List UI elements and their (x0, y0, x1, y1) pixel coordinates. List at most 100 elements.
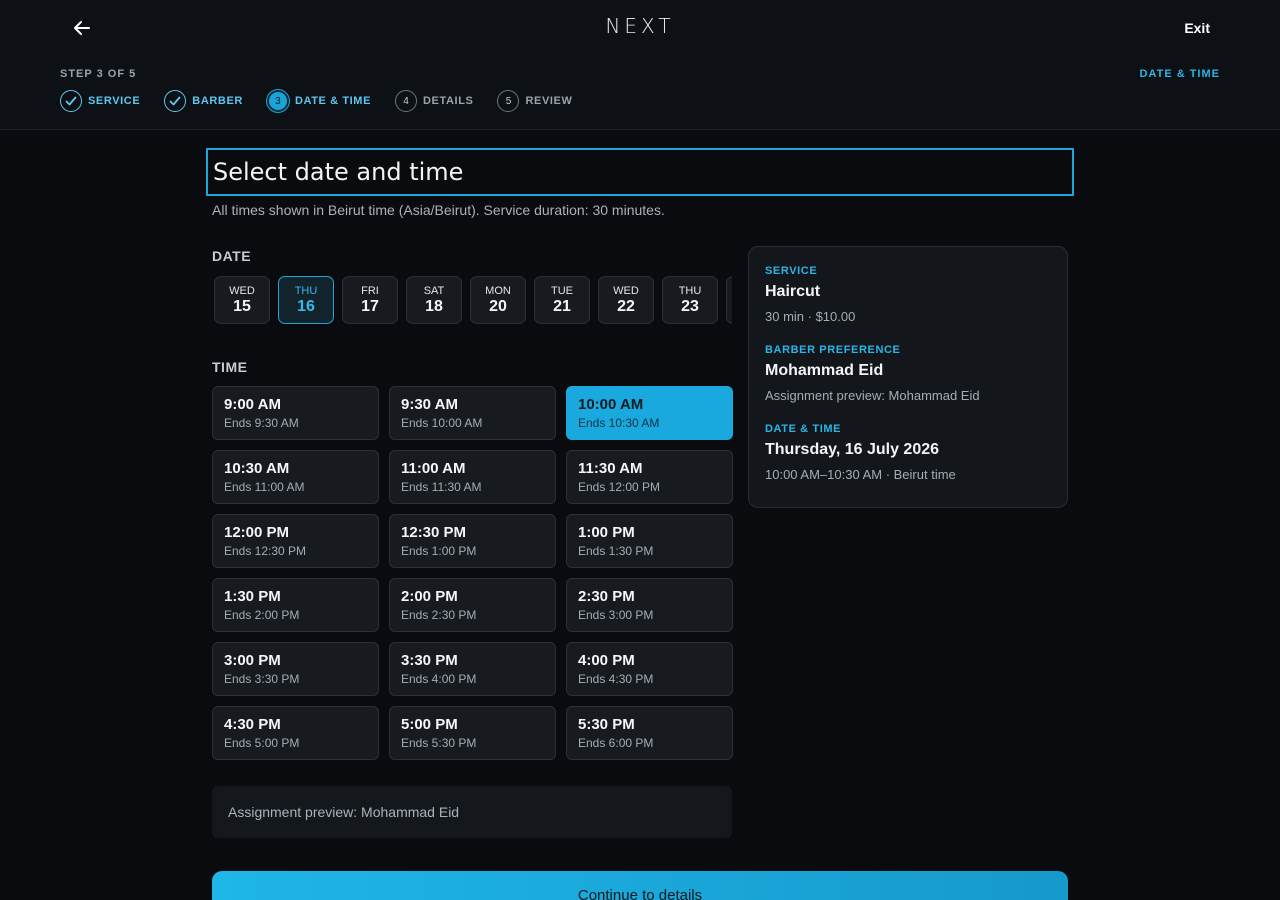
assignment-preview: Assignment preview: Mohammad Eid (212, 786, 732, 838)
slot-start-time: 9:00 AM (224, 396, 281, 413)
slot-end-time: Ends 5:30 PM (401, 736, 477, 750)
slot-end-time: Ends 12:30 PM (224, 544, 307, 558)
slot-start-time: 3:30 PM (401, 652, 458, 669)
slot-start-time: 10:00 AM (578, 396, 644, 413)
step-label: BARBER (192, 95, 243, 107)
time-slot[interactable]: 2:00 PM Ends 2:30 PM (389, 578, 556, 632)
step-barber[interactable]: BARBER (164, 90, 243, 112)
date-chip[interactable] (726, 276, 732, 324)
date-chip[interactable]: FRI 17 (342, 276, 398, 324)
date-weekday: THU (294, 284, 318, 297)
slot-end-time: Ends 2:30 PM (401, 608, 477, 622)
date-weekday: WED (613, 284, 639, 297)
summary-value: Thursday, 16 July 2026 (765, 441, 940, 458)
time-slot[interactable]: 5:30 PM Ends 6:00 PM (566, 706, 733, 760)
summary-value: Haircut (765, 283, 821, 300)
time-slot[interactable]: 12:30 PM Ends 1:00 PM (389, 514, 556, 568)
time-slot[interactable]: 11:30 AM Ends 12:00 PM (566, 450, 733, 504)
slot-start-time: 1:00 PM (578, 524, 635, 541)
time-slot[interactable]: 5:00 PM Ends 5:30 PM (389, 706, 556, 760)
top-bar: NEXT Exit STEP 3 OF 5 DATE & TIME SERVIC… (0, 0, 1280, 130)
date-day: 23 (681, 297, 699, 315)
time-slot[interactable]: 9:00 AM Ends 9:30 AM (212, 386, 379, 440)
time-slot[interactable]: 9:30 AM Ends 10:00 AM (389, 386, 556, 440)
time-slot[interactable]: 10:30 AM Ends 11:00 AM (212, 450, 379, 504)
slot-start-time: 11:30 AM (578, 460, 643, 477)
step-number: 4 (395, 90, 418, 112)
date-chip[interactable]: MON 20 (470, 276, 526, 324)
continue-button[interactable]: Continue to details (212, 871, 1068, 900)
time-slot[interactable]: 11:00 AM Ends 11:30 AM (389, 450, 556, 504)
slot-start-time: 5:00 PM (401, 716, 458, 733)
step-counter: STEP 3 OF 5 (60, 68, 137, 80)
page-title: Select date and time (213, 158, 464, 186)
time-slot[interactable]: 3:00 PM Ends 3:30 PM (212, 642, 379, 696)
slot-start-time: 10:30 AM (224, 460, 290, 477)
summary-key: DATE & TIME (765, 423, 842, 435)
time-slot[interactable]: 1:00 PM Ends 1:30 PM (566, 514, 733, 568)
date-weekday: TUE (551, 284, 573, 297)
date-picker: WED 15 THU 16 FRI 17 SAT 18 MON 20 TUE 21 WED 22 THU 23 (212, 276, 732, 328)
date-chip[interactable]: THU 16 (278, 276, 334, 324)
summary-detail: 30 min · $10.00 (765, 309, 856, 324)
slot-end-time: Ends 1:00 PM (401, 544, 477, 558)
slot-end-time: Ends 10:30 AM (578, 416, 660, 430)
step-review: 5 REVIEW (497, 90, 572, 112)
step-label: DATE & TIME (294, 95, 372, 107)
summary-key: SERVICE (765, 265, 818, 277)
date-weekday: SAT (423, 284, 445, 297)
date-weekday: WED (229, 284, 255, 297)
step-number: 5 (497, 90, 520, 112)
step-details: 4 DETAILS (395, 90, 473, 112)
slot-end-time: Ends 10:00 AM (401, 416, 483, 430)
date-day: 18 (425, 297, 443, 315)
slot-start-time: 3:00 PM (224, 652, 281, 669)
slot-end-time: Ends 9:30 AM (224, 416, 299, 430)
step-number: 3 (266, 90, 289, 112)
slot-start-time: 11:00 AM (401, 460, 466, 477)
date-day: 20 (489, 297, 507, 315)
date-day: 15 (233, 297, 251, 315)
summary-detail: 10:00 AM–10:30 AM · Beirut time (765, 467, 956, 482)
stepper: SERVICE BARBER 3 DATE & TIME 4 DETAILS 5… (60, 90, 596, 112)
slot-start-time: 1:30 PM (224, 588, 281, 605)
slot-end-time: Ends 6:00 PM (578, 736, 654, 750)
date-weekday: FRI (361, 284, 379, 297)
slot-end-time: Ends 4:30 PM (578, 672, 654, 686)
step-service[interactable]: SERVICE (60, 90, 140, 112)
time-section-label: TIME (212, 359, 248, 375)
summary-service: SERVICE Haircut 30 min · $10.00 (765, 265, 1051, 324)
brand-logo: NEXT (605, 14, 675, 38)
time-slot[interactable]: 10:00 AM Ends 10:30 AM (566, 386, 733, 440)
summary-date-time: DATE & TIME Thursday, 16 July 2026 10:00… (765, 423, 1051, 482)
summary-key: BARBER PREFERENCE (765, 344, 901, 356)
time-slot-grid: 9:00 AM Ends 9:30 AM 9:30 AM Ends 10:00 AM 1… (212, 386, 733, 760)
date-day: 22 (617, 297, 635, 315)
check-icon (60, 90, 82, 112)
slot-end-time: Ends 1:30 PM (578, 544, 654, 558)
slot-end-time: Ends 11:00 AM (224, 480, 305, 494)
exit-button[interactable]: Exit (1184, 20, 1210, 36)
date-chip[interactable]: WED 15 (214, 276, 270, 324)
time-slot[interactable]: 4:30 PM Ends 5:00 PM (212, 706, 379, 760)
date-section-label: DATE (212, 248, 252, 264)
summary-detail: Assignment preview: Mohammad Eid (765, 388, 980, 403)
date-chip[interactable]: THU 23 (662, 276, 718, 324)
check-icon (164, 90, 187, 112)
slot-end-time: Ends 12:00 PM (578, 480, 661, 494)
time-slot[interactable]: 3:30 PM Ends 4:00 PM (389, 642, 556, 696)
time-slot[interactable]: 12:00 PM Ends 12:30 PM (212, 514, 379, 568)
booking-summary: SERVICE Haircut 30 min · $10.00 BARBER P… (748, 246, 1068, 508)
date-chip[interactable]: TUE 21 (534, 276, 590, 324)
slot-end-time: Ends 3:30 PM (224, 672, 300, 686)
date-chip[interactable]: WED 22 (598, 276, 654, 324)
time-slot[interactable]: 1:30 PM Ends 2:00 PM (212, 578, 379, 632)
date-weekday: MON (485, 284, 511, 297)
slot-start-time: 2:30 PM (578, 588, 635, 605)
date-chip[interactable]: SAT 18 (406, 276, 462, 324)
time-slot[interactable]: 2:30 PM Ends 3:00 PM (566, 578, 733, 632)
slot-end-time: Ends 5:00 PM (224, 736, 300, 750)
slot-start-time: 2:00 PM (401, 588, 458, 605)
step-date-time[interactable]: 3 DATE & TIME (266, 90, 372, 112)
time-slot[interactable]: 4:00 PM Ends 4:30 PM (566, 642, 733, 696)
